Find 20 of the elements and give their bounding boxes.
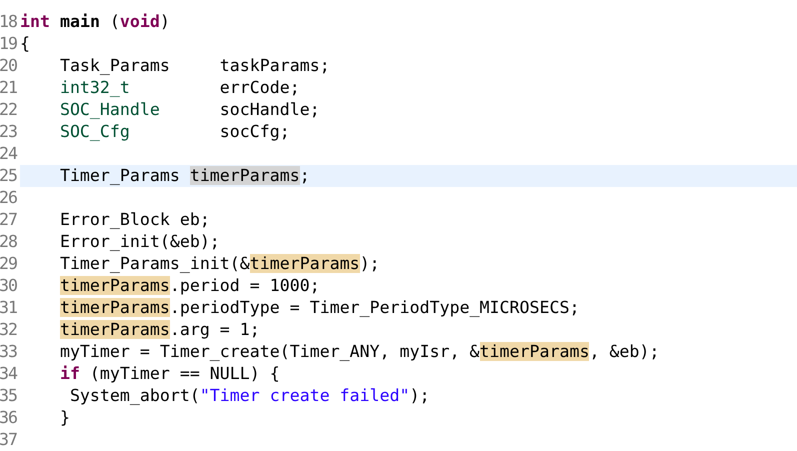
line-number: 18 bbox=[0, 11, 17, 33]
line-number: 31 bbox=[0, 297, 17, 319]
line-number: 34 bbox=[0, 363, 17, 385]
line-number: 25 bbox=[0, 165, 17, 187]
line-number: 26 bbox=[0, 187, 17, 209]
line-number: 27 bbox=[0, 209, 17, 231]
line-number: 35 bbox=[0, 385, 17, 407]
line-number: 33 bbox=[0, 341, 17, 363]
line-number: 32 bbox=[0, 319, 17, 341]
line-number: 24 bbox=[0, 143, 17, 165]
line-number: 21 bbox=[0, 77, 17, 99]
line-number: 19 bbox=[0, 33, 17, 55]
line-number: 29 bbox=[0, 253, 17, 275]
line-number: 36 bbox=[0, 407, 17, 429]
line-number: 20 bbox=[0, 55, 17, 77]
line-number: 28 bbox=[0, 231, 17, 253]
line-number: 22 bbox=[0, 99, 17, 121]
line-number: 37 bbox=[0, 429, 17, 451]
line-number: 30 bbox=[0, 275, 17, 297]
line-number: 23 bbox=[0, 121, 17, 143]
